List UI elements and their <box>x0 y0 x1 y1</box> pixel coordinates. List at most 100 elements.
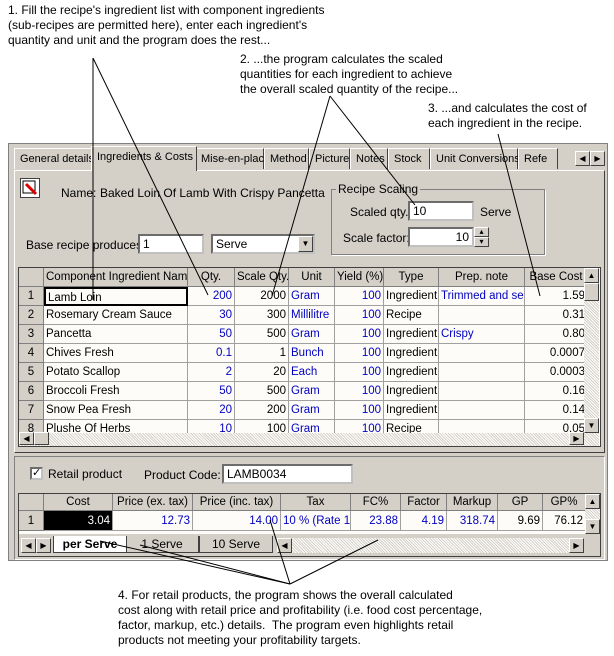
edit-icon[interactable] <box>20 178 40 198</box>
grid-cell[interactable]: Each <box>289 363 335 382</box>
scroll-left-button[interactable]: ◀ <box>277 538 292 553</box>
spin-down-button[interactable]: ▾ <box>474 237 489 247</box>
hscroll-thumb[interactable] <box>34 432 49 445</box>
grid-cell[interactable]: Lamb Loin <box>44 287 188 306</box>
grid-cell[interactable]: Crispy <box>439 325 525 344</box>
horizontal-scrollbar[interactable] <box>277 538 584 553</box>
grid-cell[interactable]: 1.59 <box>525 287 588 306</box>
retail-cell[interactable]: 23.88 <box>351 511 401 531</box>
scroll-up-button[interactable]: ▲ <box>584 268 599 283</box>
tab-scroll-right-button[interactable]: ▶ <box>36 538 51 553</box>
horizontal-scrollbar[interactable] <box>19 433 599 446</box>
scrollbar-thumb[interactable] <box>584 283 599 301</box>
grid-cell[interactable]: Chives Fresh <box>44 344 188 363</box>
tab-general-details[interactable]: General details <box>14 148 94 169</box>
scroll-right-button[interactable]: ▶ <box>569 432 584 445</box>
grid-cell[interactable]: 300 <box>235 306 289 325</box>
tab-ingredients-costs[interactable]: Ingredients & Costs <box>91 146 197 171</box>
column-header-component-ingredient-name[interactable]: Component Ingredient Name <box>44 268 188 287</box>
retail-cell[interactable]: 4.19 <box>401 511 447 531</box>
column-header-qty-[interactable]: Qty. <box>188 268 235 287</box>
retail-cell[interactable]: 318.74 <box>447 511 498 531</box>
grid-cell[interactable]: 1 <box>235 344 289 363</box>
product-code-input[interactable]: LAMB0034 <box>222 464 353 484</box>
retail-cell[interactable]: 10 % (Rate 1) <box>281 511 351 531</box>
tab-unit-conversions[interactable]: Unit Conversions <box>430 148 520 169</box>
column-header-gp[interactable]: GP <box>498 494 543 511</box>
grid-cell[interactable]: Potato Scallop <box>44 363 188 382</box>
scroll-down-button[interactable]: ▼ <box>584 418 599 433</box>
tab-notes[interactable]: Notes <box>350 148 388 169</box>
grid-cell[interactable]: 20 <box>188 401 235 420</box>
grid-cell[interactable]: Ingredient <box>384 382 439 401</box>
scale-factor-input[interactable]: 10 <box>408 227 474 247</box>
grid-cell[interactable]: 500 <box>235 382 289 401</box>
retail-cell[interactable]: 3.04 <box>44 511 113 531</box>
grid-cell[interactable]: Recipe <box>384 306 439 325</box>
grid-cell[interactable]: 100 <box>335 306 384 325</box>
grid-cell[interactable]: 100 <box>335 344 384 363</box>
column-header-unit[interactable]: Unit <box>289 268 335 287</box>
grid-cell[interactable]: Gram <box>289 287 335 306</box>
grid-cell[interactable]: Broccoli Fresh <box>44 382 188 401</box>
retail-cell[interactable]: 14.00 <box>193 511 281 531</box>
grid-cell[interactable]: 0.80 <box>525 325 588 344</box>
tab-stock[interactable]: Stock <box>388 148 430 169</box>
tab-scroll-left-button[interactable]: ◀ <box>575 151 590 166</box>
grid-cell[interactable]: 100 <box>335 382 384 401</box>
column-header-yield-[interactable]: Yield (%) <box>335 268 384 287</box>
scroll-up-button[interactable]: ▲ <box>585 494 600 509</box>
grid-cell[interactable]: Bunch <box>289 344 335 363</box>
scroll-left-button[interactable]: ◀ <box>19 432 34 445</box>
spin-up-button[interactable]: ▴ <box>474 227 489 237</box>
retail-tab-1-serve[interactable]: 1 Serve <box>125 536 199 553</box>
grid-cell[interactable]: 50 <box>188 325 235 344</box>
grid-cell[interactable] <box>439 401 525 420</box>
grid-cell[interactable]: 500 <box>235 325 289 344</box>
grid-cell[interactable]: 100 <box>335 287 384 306</box>
column-header-base-cost[interactable]: Base Cost <box>525 268 588 287</box>
grid-cell[interactable]: Ingredient <box>384 344 439 363</box>
grid-cell[interactable]: Pancetta <box>44 325 188 344</box>
scaled-qty-input[interactable]: 10 <box>408 201 474 221</box>
grid-cell[interactable] <box>439 306 525 325</box>
grid-cell[interactable]: Ingredient <box>384 287 439 306</box>
scroll-right-button[interactable]: ▶ <box>569 538 584 553</box>
grid-cell[interactable]: Gram <box>289 401 335 420</box>
grid-cell[interactable]: 100 <box>335 363 384 382</box>
grid-cell[interactable] <box>439 363 525 382</box>
grid-cell[interactable]: 0.31 <box>525 306 588 325</box>
grid-cell[interactable]: 0.0007 <box>525 344 588 363</box>
column-header-scale-qty-[interactable]: Scale Qty. <box>235 268 289 287</box>
grid-cell[interactable]: 0.1 <box>188 344 235 363</box>
grid-cell[interactable]: Gram <box>289 325 335 344</box>
grid-cell[interactable]: 100 <box>335 325 384 344</box>
grid-cell[interactable]: Snow Pea Fresh <box>44 401 188 420</box>
tab-scroll-right-button[interactable]: ▶ <box>590 151 605 166</box>
grid-cell[interactable]: 2000 <box>235 287 289 306</box>
retail-cell[interactable]: 76.12 <box>543 511 586 531</box>
retail-product-checkbox[interactable]: ✓ <box>30 467 43 480</box>
tab-picture[interactable]: Picture <box>309 148 350 169</box>
retail-tab-10-serve[interactable]: 10 Serve <box>199 536 273 553</box>
grid-cell[interactable]: Gram <box>289 382 335 401</box>
retail-cell[interactable]: 9.69 <box>498 511 543 531</box>
grid-cell[interactable] <box>439 382 525 401</box>
column-header-cost[interactable]: Cost <box>44 494 113 511</box>
grid-cell[interactable]: Rosemary Cream Sauce <box>44 306 188 325</box>
grid-cell[interactable]: 200 <box>188 287 235 306</box>
grid-cell[interactable]: Ingredient <box>384 325 439 344</box>
column-header-prep-note[interactable]: Prep. note <box>439 268 525 287</box>
tab-mise-en-place[interactable]: Mise-en-place <box>195 148 270 169</box>
grid-cell[interactable]: 0.0003 <box>525 363 588 382</box>
column-header-gp%[interactable]: GP% <box>543 494 586 511</box>
grid-cell[interactable]: 30 <box>188 306 235 325</box>
grid-cell[interactable]: Trimmed and sea <box>439 287 525 306</box>
grid-cell[interactable]: 0.16 <box>525 382 588 401</box>
grid-cell[interactable]: 200 <box>235 401 289 420</box>
retail-cell[interactable]: 12.73 <box>113 511 193 531</box>
column-header-tax[interactable]: Tax <box>281 494 351 511</box>
retail-tab-per-serve[interactable]: per Serve <box>53 536 127 553</box>
base-qty-input[interactable]: 1 <box>138 234 204 254</box>
grid-cell[interactable]: Ingredient <box>384 401 439 420</box>
